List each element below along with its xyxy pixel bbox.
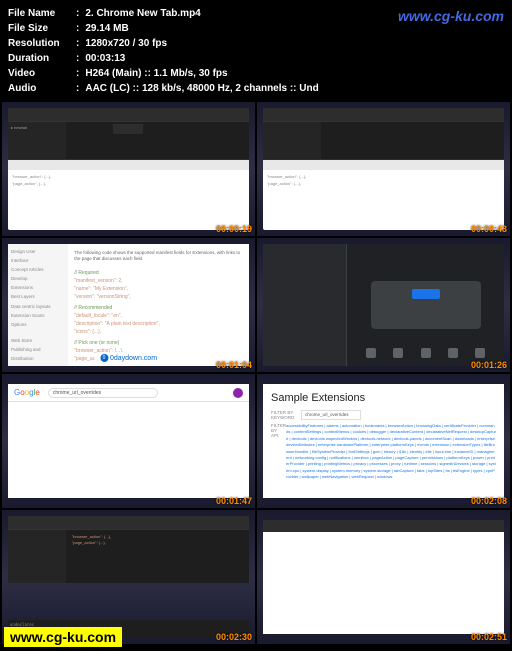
code-editor: [263, 108, 504, 159]
browser-window: "browser_action": {...},"page_action": {…: [263, 160, 504, 230]
filename-value: 2. Chrome New Tab.mp4: [85, 6, 200, 21]
filter-input: chrome_url_overrides: [301, 410, 361, 420]
thumbnail-8[interactable]: 00:02:51: [257, 510, 510, 644]
timestamp: 00:01:26: [471, 360, 507, 370]
dev-icon: [475, 348, 485, 358]
timestamp: 00:01:47: [216, 496, 252, 506]
browser-window: "browser_action": {...},"page_action": {…: [8, 160, 249, 230]
page-title: Sample Extensions: [271, 392, 496, 404]
timestamp: 00:00:19: [216, 224, 252, 234]
docs-page: Design User Interface Concept Articles D…: [8, 244, 249, 366]
chrome-devtools: [263, 244, 504, 366]
thumbnail-6[interactable]: Sample Extensions FILTER BYKEYWORD: chro…: [257, 374, 510, 508]
thumbnail-2[interactable]: "browser_action": {...},"page_action": {…: [257, 102, 510, 236]
duration-value: 00:03:13: [85, 51, 125, 66]
timestamp: 00:00:43: [471, 224, 507, 234]
thumbnail-7[interactable]: "browser_action": {...}, "page_action": …: [2, 510, 255, 644]
watermark-bottom: www.cg-ku.com: [4, 627, 122, 647]
avatar: [233, 388, 243, 398]
timestamp: 00:02:08: [471, 496, 507, 506]
dev-dialog: [371, 281, 481, 330]
docs-content: The following code shows the supported m…: [68, 244, 249, 366]
video-label: Video: [8, 66, 76, 81]
dev-icon: [393, 348, 403, 358]
api-tags: accessibilityFeatures | alarms | automat…: [286, 423, 496, 481]
timestamp: 00:02:51: [471, 632, 507, 642]
dev-icon: [366, 348, 376, 358]
thumbnail-5[interactable]: Google chrome_url_overrides 00:01:47: [2, 374, 255, 508]
code-editor: "browser_action": {...}, "page_action": …: [8, 516, 249, 583]
daydown-badge: 0 0daydown.com: [94, 352, 163, 364]
filesize-label: File Size: [8, 21, 76, 36]
extensions-page: Sample Extensions FILTER BYKEYWORD: chro…: [263, 384, 504, 498]
timestamp: 00:01:04: [216, 360, 252, 370]
search-input: chrome_url_overrides: [48, 388, 158, 398]
thumbnail-grid: ▸ newtab "browser_action": {...},"page_a…: [0, 102, 512, 644]
timestamp: 00:02:30: [216, 632, 252, 642]
docs-sidebar: Design User Interface Concept Articles D…: [8, 244, 68, 366]
thumbnail-1[interactable]: ▸ newtab "browser_action": {...},"page_a…: [2, 102, 255, 236]
circle-icon: 0: [100, 354, 108, 362]
resolution-value: 1280x720 / 30 fps: [85, 36, 167, 51]
google-logo: Google: [14, 388, 40, 397]
filesize-value: 29.14 MB: [85, 21, 128, 36]
audio-label: Audio: [8, 81, 76, 96]
google-search-page: Google chrome_url_overrides: [8, 384, 249, 498]
primary-button: [412, 289, 440, 299]
resolution-label: Resolution: [8, 36, 76, 51]
blank-page: [263, 520, 504, 634]
dev-icon: [421, 348, 431, 358]
audio-value: AAC (LC) :: 128 kb/s, 48000 Hz, 2 channe…: [85, 81, 318, 96]
thumbnail-4[interactable]: 00:01:26: [257, 238, 510, 372]
dev-icon: [448, 348, 458, 358]
video-value: H264 (Main) :: 1.1 Mb/s, 30 fps: [85, 66, 227, 81]
watermark-top: www.cg-ku.com: [398, 8, 504, 24]
filename-label: File Name: [8, 6, 76, 21]
code-editor: ▸ newtab: [8, 108, 249, 159]
duration-label: Duration: [8, 51, 76, 66]
thumbnail-3[interactable]: Design User Interface Concept Articles D…: [2, 238, 255, 372]
